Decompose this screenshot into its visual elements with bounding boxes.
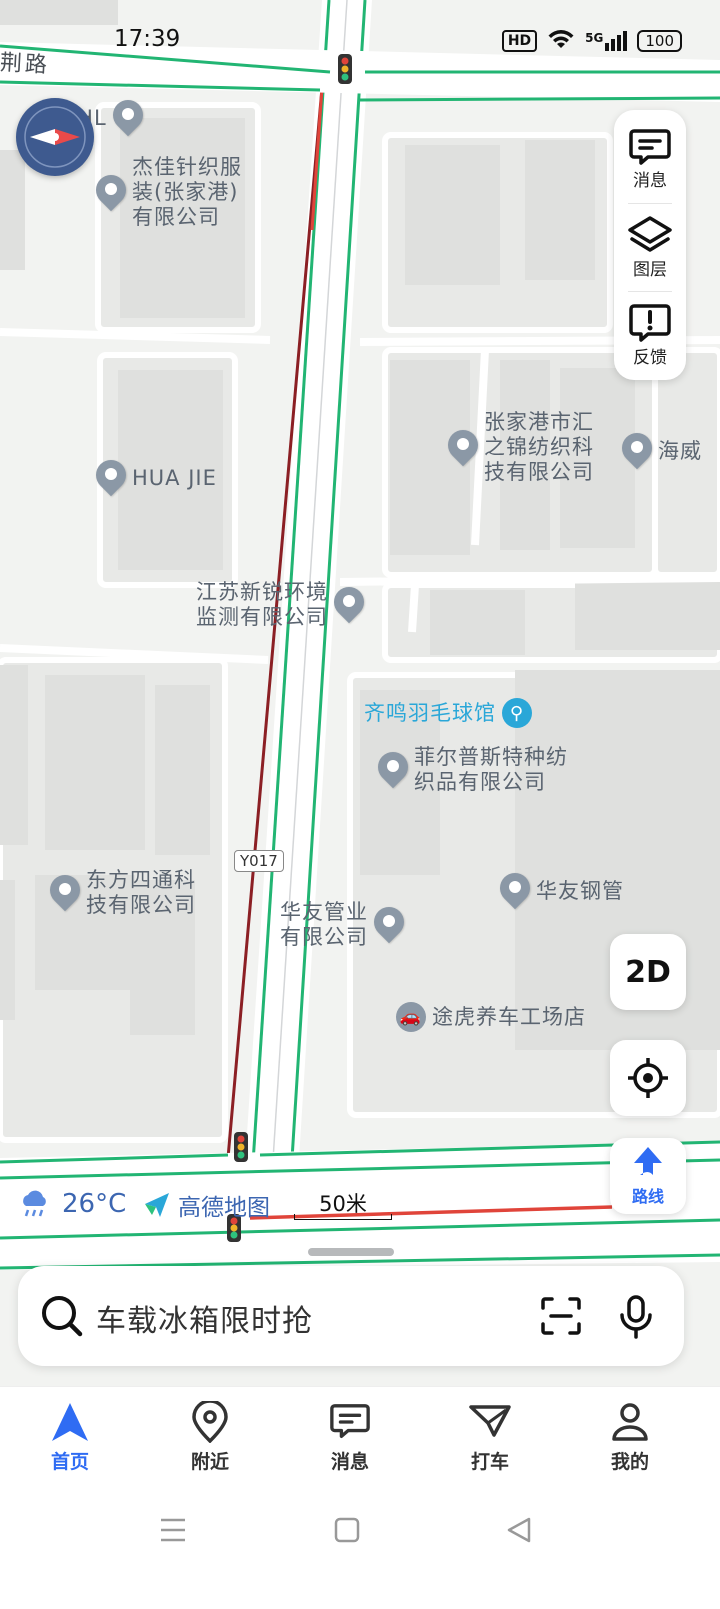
search-icon [42,1296,83,1337]
poi-huizhijin[interactable]: 张家港市汇 之锦纺织科 技有限公司 [448,410,594,485]
nav-label: 我的 [610,1451,649,1473]
layers-icon [628,215,672,252]
nav-label: 附近 [190,1451,229,1473]
nav-nearby[interactable]: 附近 [160,1401,260,1474]
scan-icon[interactable] [540,1296,582,1336]
poi-hua-jie[interactable]: HUA JIE [96,460,217,496]
hd-icon: HD [501,30,538,52]
microphone-icon[interactable] [618,1294,654,1340]
back-triangle-icon [507,1517,531,1543]
status-bar: 17:39 HD 5G 100 [0,0,720,80]
search-bar[interactable]: 车载冰箱限时抢 [18,1266,684,1366]
locate-button[interactable] [610,1040,686,1116]
battery-icon: 100 [637,30,682,52]
poi-label: 杰佳针织服 装(张家港) 有限公司 [132,155,242,229]
clock: 17:39 [114,26,181,52]
brand-name: 高德地图 [178,1195,270,1221]
nav-label: 消息 [330,1451,369,1473]
layers-label: 图层 [633,259,667,280]
scale-bar [294,1214,392,1220]
signal-icon: 5G [585,31,628,51]
poi-huayou-steel[interactable]: 华友钢管 [500,873,624,909]
map-pin-icon [500,873,530,909]
poi-label: 东方四通科 技有限公司 [86,868,196,917]
temperature: 26°C [62,1189,127,1219]
feedback-button[interactable]: 反馈 [614,292,686,378]
route-label: 路线 [631,1187,664,1206]
poi-label: 齐鸣羽毛球馆 [364,700,496,725]
rain-cloud-icon [23,1190,46,1217]
network-type-label: 5G [585,31,604,45]
search-input[interactable]: 车载冰箱限时抢 [96,1296,313,1340]
feedback-icon [629,303,671,342]
nav-label: 首页 [50,1451,89,1473]
brand-logo: 高德地图 [142,1188,270,1222]
nav-taxi[interactable]: 打车 [440,1401,540,1474]
messages-label: 消息 [633,170,667,191]
crosshair-icon [628,1058,668,1098]
taxi-icon [469,1405,511,1437]
map-pin-icon [96,460,126,496]
messages-button[interactable]: 消息 [614,116,686,202]
poi-qiming-badminton[interactable]: 齐鸣羽毛球馆 ⚲ [364,698,532,728]
poi-huayou-pipe[interactable]: 华友管业 有限公司 [280,900,404,950]
route-button[interactable]: 路线 [610,1138,686,1214]
view-mode-toggle[interactable]: 2D [610,934,686,1010]
map-pin-icon [50,875,80,911]
wifi-icon [547,28,575,54]
poi-label: HUA JIE [132,465,217,490]
car-service-icon: 🚗 [396,1002,426,1032]
map-pin-icon [374,907,404,943]
poi-label: 海威 [658,438,702,463]
nav-profile[interactable]: 我的 [580,1401,680,1474]
poi-label: 张家港市汇 之锦纺织科 技有限公司 [484,410,594,484]
poi-xinrui[interactable]: 江苏新锐环境 监测有限公司 [196,580,364,630]
poi-dongfang-sitong[interactable]: 东方四通科 技有限公司 [50,868,196,918]
nav-label: 打车 [470,1451,509,1473]
poi-label: 菲尔普斯特种纺 织品有限公司 [414,745,568,794]
layers-button[interactable]: 图层 [614,204,686,290]
badminton-icon: ⚲ [502,698,532,728]
poi-jiejia[interactable]: 杰佳针织服 装(张家港) 有限公司 [96,155,242,230]
system-home-button[interactable] [327,1510,367,1550]
poi-phelps[interactable]: 菲尔普斯特种纺 织品有限公司 [378,745,568,795]
road-number-badge: Y017 [234,850,284,872]
bottom-navigation: 首页 附近 消息 打车 我的 [0,1386,720,1609]
map-pin-icon [448,430,478,466]
drag-handle[interactable] [308,1248,394,1256]
message-icon [629,128,671,165]
nav-messages[interactable]: 消息 [300,1401,400,1474]
message-icon [330,1404,370,1438]
weather-widget[interactable]: 26°C [18,1188,126,1220]
poi-label: 途虎养车工场店 [432,1004,586,1029]
home-nav-icon [52,1403,88,1441]
system-menu-button[interactable] [153,1510,193,1550]
feedback-label: 反馈 [633,347,667,368]
poi-label: 江苏新锐环境 监测有限公司 [196,580,328,629]
route-arrow-icon [634,1147,662,1175]
map-pin-icon [334,587,364,623]
menu-icon [161,1518,185,1542]
poi-label: 华友管业 有限公司 [280,900,368,949]
compass-button[interactable] [16,98,94,176]
system-back-button[interactable] [499,1510,539,1550]
amap-logo-icon [145,1193,169,1217]
poi-haiwei[interactable]: 海威 [622,433,702,469]
location-pin-icon [192,1401,228,1443]
map-pin-icon [113,100,143,136]
nav-home[interactable]: 首页 [20,1401,120,1474]
map-pin-icon [622,433,652,469]
map-tools-panel: 消息 图层 反馈 [614,110,686,380]
square-icon [334,1517,360,1543]
user-icon [612,1403,648,1441]
map-pin-icon [96,175,126,211]
map-pin-icon [378,752,408,788]
poi-label: 华友钢管 [536,878,624,903]
poi-tuhu[interactable]: 🚗 途虎养车工场店 [396,1002,586,1032]
compass-icon [24,106,86,168]
view-mode-label: 2D [625,954,671,990]
status-icons: HD 5G 100 [501,28,682,54]
